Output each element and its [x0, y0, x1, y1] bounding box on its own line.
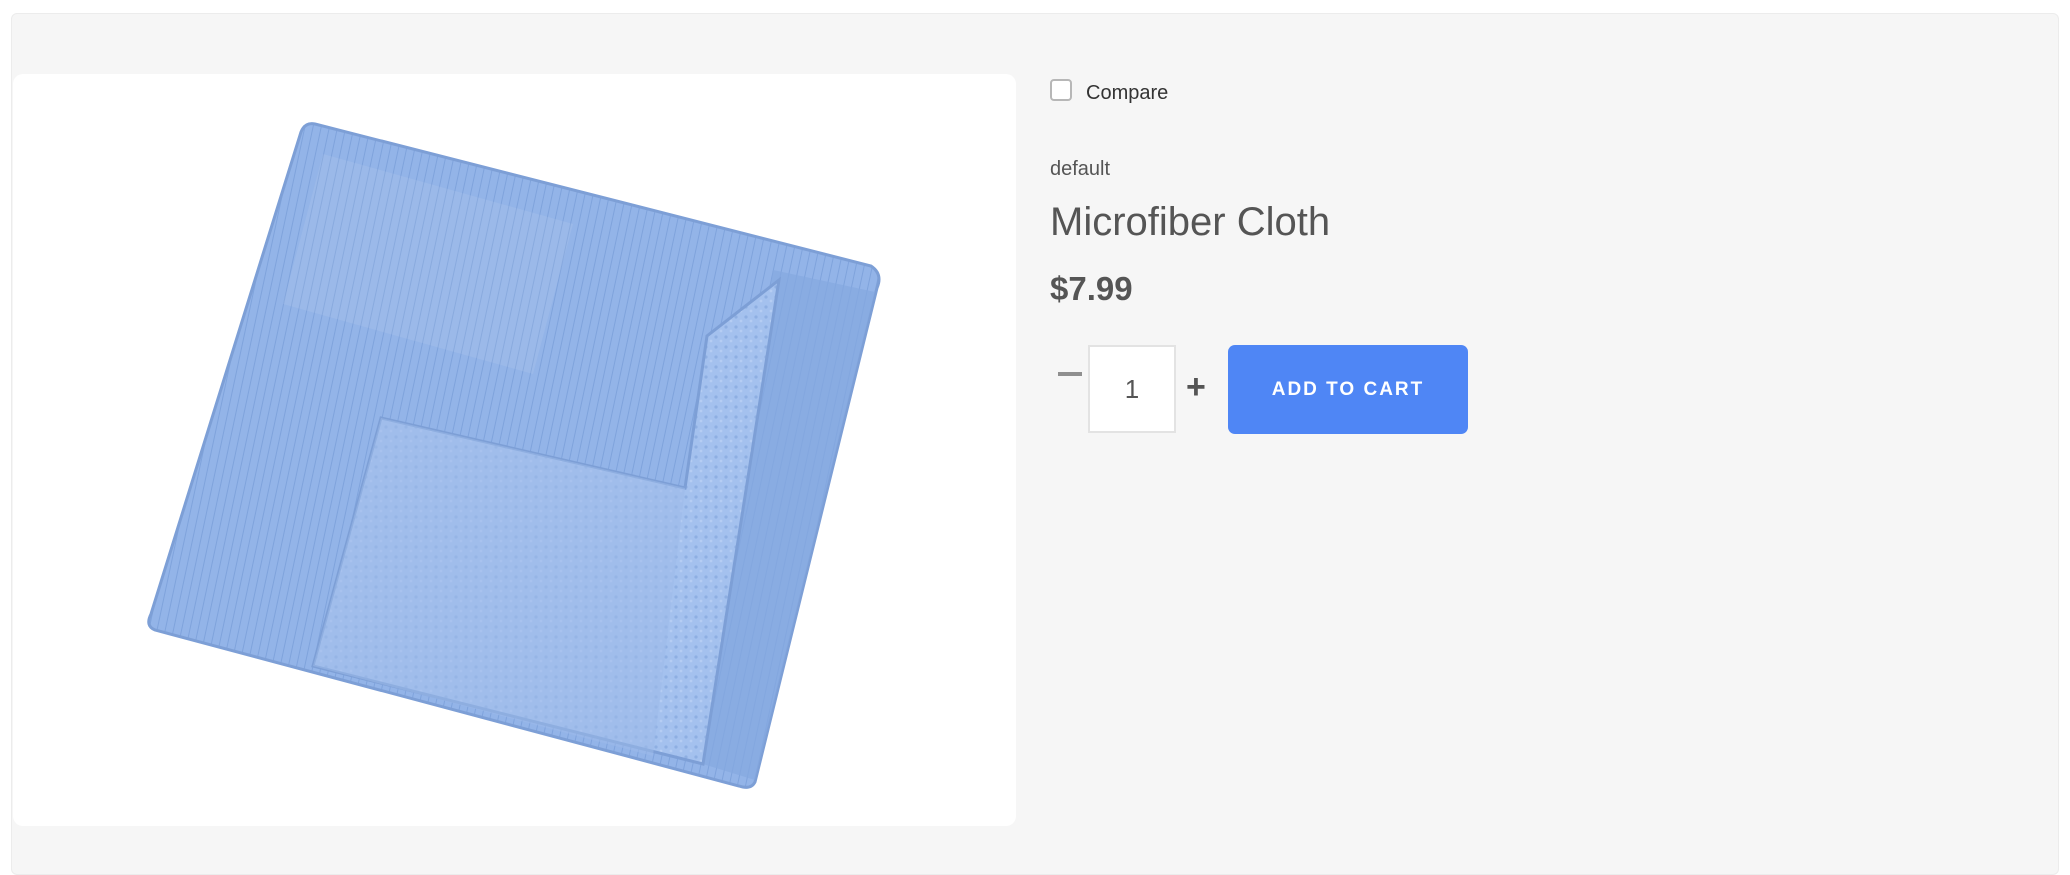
product-image-card[interactable]	[13, 74, 1016, 826]
compare-checkbox[interactable]: Compare	[1050, 78, 1169, 105]
quantity-increase-button[interactable]: +	[1186, 370, 1206, 404]
compare-label: Compare	[1086, 82, 1169, 104]
checkbox-icon[interactable]	[1050, 78, 1072, 101]
quantity-decrease-button[interactable]	[1058, 372, 1082, 376]
product-vendor: default	[1050, 158, 1111, 180]
quantity-input[interactable]	[1088, 345, 1176, 433]
product-title: Microfiber Cloth	[1050, 200, 1331, 244]
add-to-cart-button[interactable]: ADD TO CART	[1228, 345, 1468, 434]
product-price: $7.99	[1050, 270, 1133, 307]
product-image	[147, 122, 881, 789]
